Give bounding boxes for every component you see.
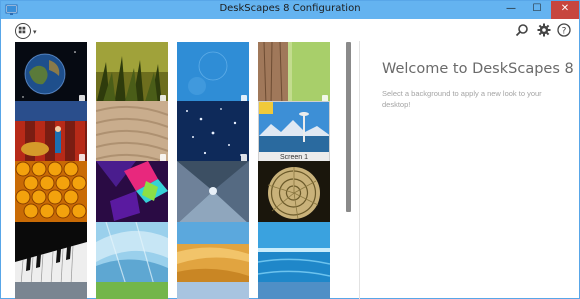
background-tile-sea[interactable]: [258, 222, 330, 285]
background-tile-nautilus[interactable]: [258, 161, 330, 224]
circus-thumbnail: [15, 101, 87, 164]
svg-text:?: ?: [562, 27, 567, 37]
thumbnail: [258, 282, 330, 299]
maximize-button[interactable]: ☐: [523, 1, 551, 19]
background-tile-cubes[interactable]: [96, 161, 168, 224]
background-tile-stars[interactable]: [177, 101, 249, 164]
panel-divider: [359, 41, 360, 299]
menu-circle-icon: [15, 23, 31, 39]
wood-thumbnail: [258, 42, 330, 105]
thumbnail: [96, 282, 168, 299]
background-tile-blue[interactable]: [177, 42, 249, 105]
window-title: DeskScapes 8 Configuration: [219, 3, 361, 14]
background-tile-ice[interactable]: [96, 222, 168, 285]
grass-thumbnail: [96, 42, 168, 105]
gear-icon[interactable]: [537, 23, 551, 37]
honeycomb-thumbnail: [15, 161, 87, 224]
help-icon[interactable]: ?: [557, 23, 571, 37]
background-tile-row5-4[interactable]: [258, 282, 330, 299]
welcome-title: Welcome to DeskScapes 8: [382, 61, 574, 77]
blue-thumbnail: [177, 42, 249, 105]
background-tile-row5-3[interactable]: [177, 282, 249, 299]
ice-thumbnail: [96, 222, 168, 285]
earth-thumbnail: [15, 42, 87, 105]
background-tile-seattle[interactable]: Screen 1: [258, 101, 330, 164]
background-tile-desert[interactable]: [177, 222, 249, 285]
chevron-down-icon: ▾: [33, 29, 37, 36]
background-tile-sand[interactable]: [96, 101, 168, 164]
stars-thumbnail: [177, 101, 249, 164]
title-bar[interactable]: DeskScapes 8 Configuration — ☐ ✕: [1, 1, 579, 19]
background-tile-circus[interactable]: [15, 101, 87, 164]
thumbnail: [177, 282, 249, 299]
sea-thumbnail: [258, 222, 330, 285]
background-tile-row5-2[interactable]: [96, 282, 168, 299]
background-tile-piano[interactable]: [15, 222, 87, 285]
app-window: DeskScapes 8 Configuration — ☐ ✕ ▾ ? Scr…: [0, 0, 580, 299]
background-tile-earth[interactable]: [15, 42, 87, 105]
piano-thumbnail: [15, 222, 87, 285]
welcome-text: Select a background to apply a new look …: [382, 89, 542, 109]
main-menu-button[interactable]: ▾: [15, 23, 41, 41]
thumbnail: [15, 282, 87, 299]
background-tile-grass[interactable]: [96, 42, 168, 105]
sand-thumbnail: [96, 101, 168, 164]
minimize-button[interactable]: —: [497, 1, 525, 19]
search-icon[interactable]: [515, 23, 529, 37]
nautilus-thumbnail: [258, 161, 330, 224]
cubes-thumbnail: [96, 161, 168, 224]
background-tile-wood[interactable]: [258, 42, 330, 105]
scrollbar[interactable]: [346, 42, 351, 212]
desert-thumbnail: [177, 222, 249, 285]
tunnel-thumbnail: [177, 161, 249, 224]
background-tile-tunnel[interactable]: [177, 161, 249, 224]
background-tile-row5-1[interactable]: [15, 282, 87, 299]
top-toolbar: ?: [511, 23, 571, 39]
close-button[interactable]: ✕: [551, 1, 579, 19]
background-tile-honeycomb[interactable]: [15, 161, 87, 224]
